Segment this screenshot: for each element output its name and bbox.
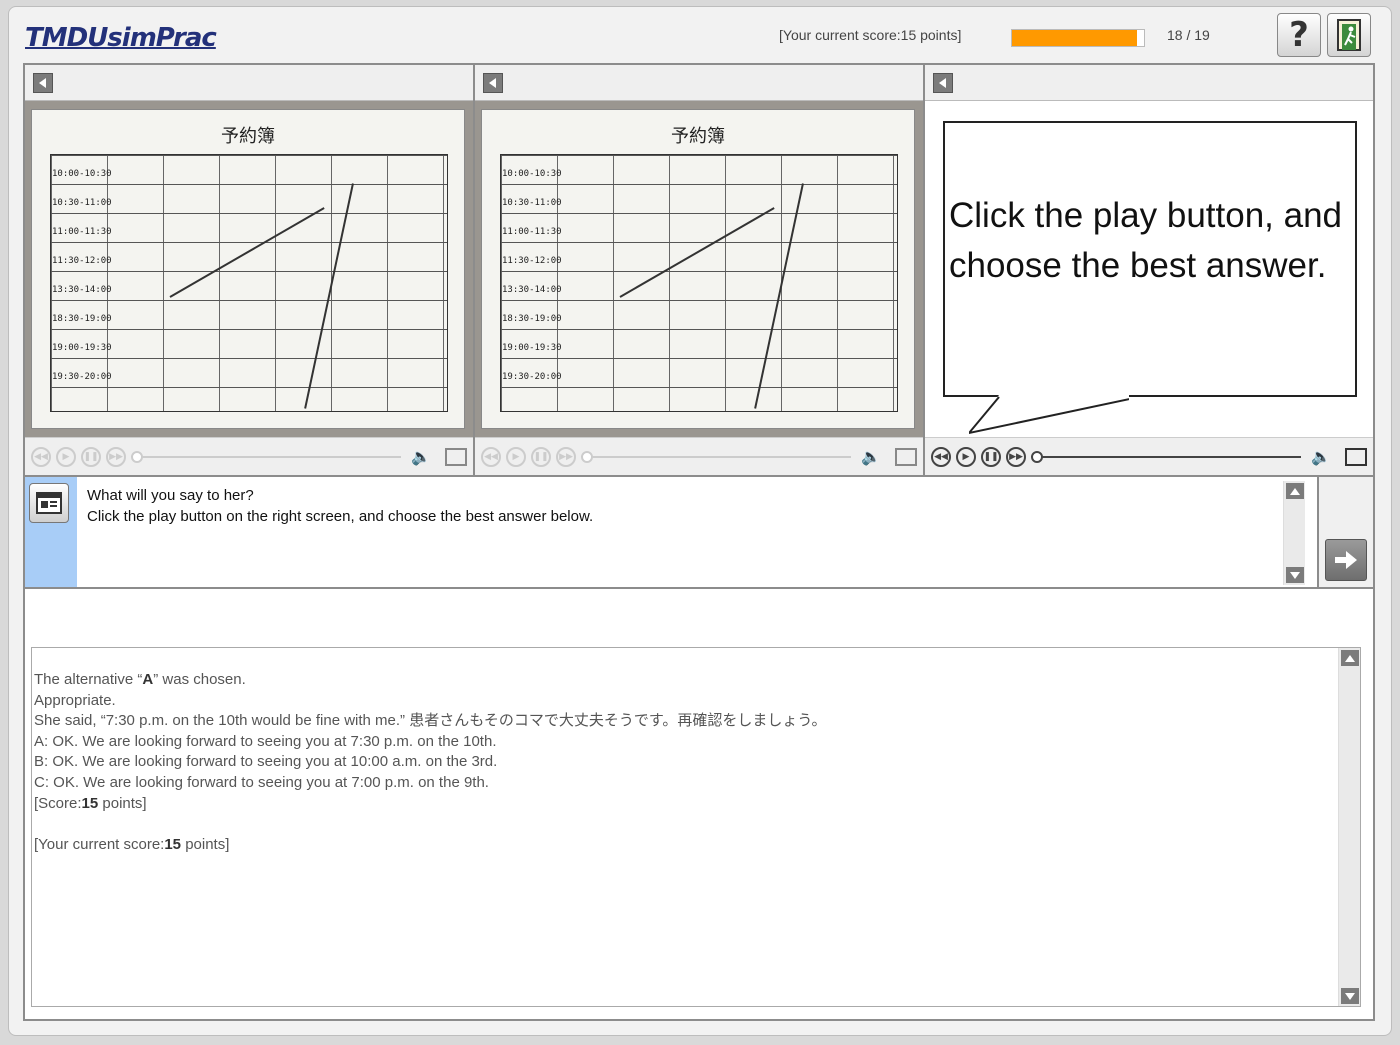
current-score-line: [Your current score:15 points] (34, 835, 230, 853)
explanation-text: She said, “7:30 p.m. on the 10th would b… (34, 712, 827, 730)
time-slot: 10:30-11:00 (502, 198, 562, 208)
current-score-header: [Your current score:15 points] (779, 27, 962, 43)
help-button[interactable]: ? (1277, 13, 1321, 57)
time-slot: 18:30-19:00 (52, 314, 112, 324)
question-line-1: What will you say to her? (87, 487, 254, 504)
sheet-title: 予約簿 (221, 126, 275, 147)
rewind-icon[interactable]: ◀◀ (481, 446, 501, 467)
time-slot-labels: 10:00-10:30 10:30-11:00 11:00-11:30 11:3… (52, 160, 112, 392)
seek-slider[interactable] (580, 450, 852, 463)
media-panel-1: 予約簿 10:00-10:30 10:30-11:00 11:00-11:30 … (25, 65, 475, 475)
time-slot: 13:30-14:00 (502, 285, 562, 295)
media-panel-2: 予約簿 10:00-10:30 10:30-11:00 11:00-11:30 … (475, 65, 925, 475)
pause-icon[interactable]: ❚❚ (981, 446, 1001, 467)
time-slot: 11:30-12:00 (52, 256, 112, 266)
feedback-panel: The alternative “A” was chosen. Appropri… (31, 647, 1361, 1007)
play-icon[interactable]: ▶ (56, 446, 76, 467)
time-slot-labels: 10:00-10:30 10:30-11:00 11:00-11:30 11:3… (502, 160, 562, 392)
speech-bubble-tail (969, 395, 1129, 435)
volume-icon[interactable]: 🔈 (411, 447, 431, 466)
question-sidebar (25, 477, 77, 587)
time-slot: 10:00-10:30 (52, 169, 112, 179)
question-line-2: Click the play button on the right scree… (87, 508, 594, 525)
panel-header (475, 65, 923, 101)
option-c: C: OK. We are looking forward to seeing … (34, 773, 489, 791)
media-controls: ◀◀ ▶ ❚❚ ▶▶ 🔈 (475, 437, 923, 475)
reservation-book-image-thursday-saturday: 予約簿 10:00-10:30 10:30-11:00 11:00-11:30 … (25, 101, 473, 437)
speech-bubble-text: Click the play button, and choose the be… (949, 196, 1343, 285)
time-slot: 11:00-11:30 (52, 227, 112, 237)
popout-icon[interactable] (1345, 447, 1367, 466)
speech-bubble: Click the play button, and choose the be… (943, 121, 1357, 397)
option-b: B: OK. We are looking forward to seeing … (34, 753, 498, 771)
time-slot: 19:00-19:30 (502, 343, 562, 353)
reservation-book-image-monday-wednesday: 予約簿 10:00-10:30 10:30-11:00 11:00-11:30 … (475, 101, 923, 437)
rewind-icon[interactable]: ◀◀ (31, 446, 51, 467)
page-counter: 18 / 19 (1167, 27, 1210, 43)
app-logo: TMDUsimPrac (25, 23, 217, 53)
scroll-up-icon[interactable] (1341, 650, 1359, 666)
back-arrow-icon[interactable] (483, 73, 503, 93)
scroll-up-icon[interactable] (1286, 483, 1304, 499)
result-text: Appropriate. (34, 691, 116, 709)
option-a: A: OK. We are looking forward to seeing … (34, 732, 497, 750)
progress-bar (1011, 29, 1145, 47)
fast-forward-icon[interactable]: ▶▶ (1006, 446, 1026, 467)
media-panels: 予約簿 10:00-10:30 10:30-11:00 11:00-11:30 … (25, 65, 1373, 475)
rewind-icon[interactable]: ◀◀ (931, 446, 951, 467)
media-controls: ◀◀ ▶ ❚❚ ▶▶ 🔈 (925, 437, 1373, 475)
play-icon[interactable]: ▶ (956, 446, 976, 467)
next-button[interactable] (1325, 539, 1367, 581)
score-line: [Score:15 points] (34, 794, 147, 812)
panel-header (25, 65, 473, 101)
help-icon: ? (1289, 15, 1309, 55)
document-icon-graphic (36, 492, 62, 514)
panel-header (925, 65, 1373, 101)
popout-icon[interactable] (445, 447, 467, 466)
popout-icon[interactable] (895, 447, 917, 466)
time-slot: 18:30-19:00 (502, 314, 562, 324)
exit-icon (1337, 19, 1361, 51)
back-arrow-icon[interactable] (33, 73, 53, 93)
question-area: What will you say to her? Click the play… (25, 475, 1373, 589)
pause-icon[interactable]: ❚❚ (81, 446, 101, 467)
time-slot: 10:30-11:00 (52, 198, 112, 208)
media-panel-3: Click the play button, and choose the be… (925, 65, 1373, 475)
chosen-alternative: The alternative “A” was chosen. (34, 671, 246, 688)
pause-icon[interactable]: ❚❚ (531, 446, 551, 467)
reservation-sheet: 予約簿 10:00-10:30 10:30-11:00 11:00-11:30 … (31, 109, 465, 429)
fast-forward-icon[interactable]: ▶▶ (106, 446, 126, 467)
scroll-down-icon[interactable] (1341, 988, 1359, 1004)
app-window: TMDUsimPrac [Your current score:15 point… (8, 6, 1392, 1036)
play-icon[interactable]: ▶ (506, 446, 526, 467)
main-content: 予約簿 10:00-10:30 10:30-11:00 11:00-11:30 … (23, 63, 1375, 1021)
scroll-down-icon[interactable] (1286, 567, 1304, 583)
feedback-scrollbar[interactable] (1338, 648, 1360, 1006)
time-slot: 19:00-19:30 (52, 343, 112, 353)
next-arrow-icon (1335, 551, 1357, 569)
time-slot: 11:00-11:30 (502, 227, 562, 237)
back-arrow-icon[interactable] (933, 73, 953, 93)
reservation-sheet: 予約簿 10:00-10:30 10:30-11:00 11:00-11:30 … (481, 109, 915, 429)
question-text: What will you say to her? Click the play… (87, 485, 1277, 527)
seek-slider[interactable] (1030, 450, 1302, 463)
media-controls: ◀◀ ▶ ❚❚ ▶▶ 🔈 (25, 437, 473, 475)
time-slot: 11:30-12:00 (502, 256, 562, 266)
next-area (1317, 477, 1373, 587)
time-slot: 19:30-20:00 (502, 372, 562, 382)
progress-bar-fill (1012, 30, 1138, 46)
question-scrollbar[interactable] (1283, 481, 1305, 585)
time-slot: 10:00-10:30 (502, 169, 562, 179)
instruction-screen: Click the play button, and choose the be… (925, 101, 1373, 437)
document-icon[interactable] (29, 483, 69, 523)
exit-button[interactable] (1327, 13, 1371, 57)
feedback-text: The alternative “A” was chosen. Appropri… (34, 670, 827, 855)
time-slot: 13:30-14:00 (52, 285, 112, 295)
fast-forward-icon[interactable]: ▶▶ (556, 446, 576, 467)
sheet-title: 予約簿 (671, 126, 725, 147)
volume-icon[interactable]: 🔈 (861, 447, 881, 466)
time-slot: 19:30-20:00 (52, 372, 112, 382)
volume-icon[interactable]: 🔈 (1311, 447, 1331, 466)
seek-slider[interactable] (130, 450, 402, 463)
